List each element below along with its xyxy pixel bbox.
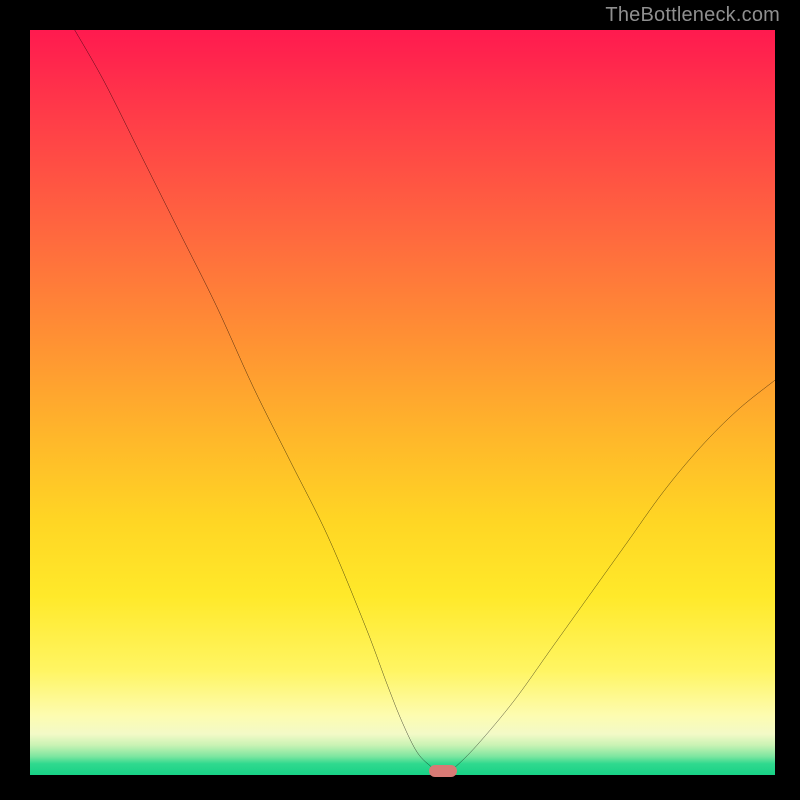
plot-area (30, 30, 775, 775)
minimum-marker (429, 765, 457, 777)
chart-frame: TheBottleneck.com (0, 0, 800, 800)
bottleneck-curve (30, 30, 775, 775)
watermark-text: TheBottleneck.com (605, 4, 780, 27)
